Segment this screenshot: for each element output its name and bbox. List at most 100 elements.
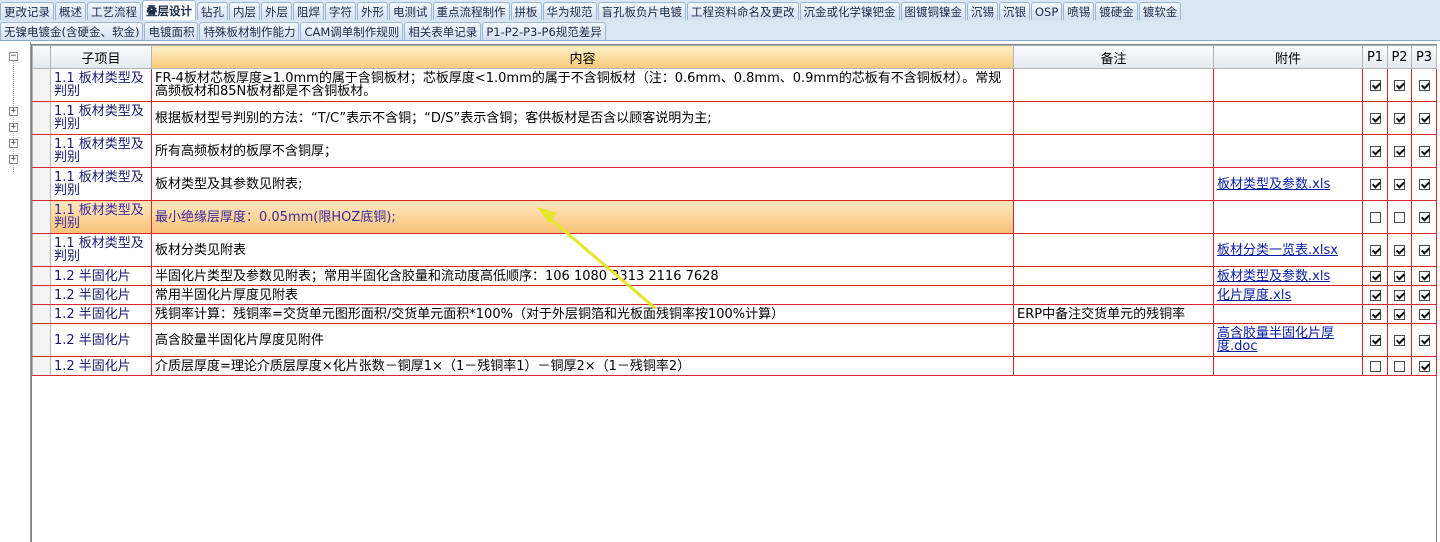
tab-a-22[interactable]: 镀硬金 [1095, 2, 1138, 20]
note-cell[interactable]: ERP中备注交货单元的残铜率 [1013, 304, 1214, 324]
col-header-p2[interactable]: P2 [1387, 45, 1412, 69]
table-row[interactable]: 1.1 板材类型及判别 所有高频板材的板厚不含铜厚； [32, 134, 1437, 168]
col-header-attachment[interactable]: 附件 [1213, 45, 1363, 69]
tab-a-9[interactable]: 外形 [357, 2, 388, 20]
p1-checkbox[interactable] [1369, 178, 1381, 190]
tab-a-17[interactable]: 图镀铜镍金 [900, 2, 966, 20]
sub-item-cell[interactable]: 1.1 板材类型及判别 [50, 200, 152, 234]
sub-item-cell[interactable]: 1.1 板材类型及判别 [50, 233, 152, 267]
note-cell[interactable] [1013, 233, 1214, 267]
row-selector[interactable] [32, 68, 51, 102]
table-row[interactable]: 1.1 板材类型及判别 FR-4板材芯板厚度≥1.0mm的属于含铜板材；芯板厚度<… [32, 68, 1437, 102]
p1-checkbox[interactable] [1369, 244, 1381, 256]
content-cell[interactable]: 板材类型及其参数见附表; [151, 167, 1014, 201]
attachment-link[interactable]: 板材类型及参数.xls [1217, 269, 1330, 284]
note-cell[interactable] [1013, 134, 1214, 168]
p1-checkbox[interactable] [1369, 112, 1381, 124]
p3-checkbox[interactable] [1418, 334, 1430, 346]
note-cell[interactable] [1013, 285, 1214, 305]
sub-item-cell[interactable]: 1.2 半固化片 [50, 285, 152, 305]
p2-checkbox[interactable] [1394, 79, 1405, 91]
note-cell[interactable] [1013, 356, 1214, 376]
tab-a-16[interactable]: 沉金或化学镍钯金 [799, 2, 900, 20]
p1-checkbox[interactable] [1369, 79, 1381, 91]
note-cell[interactable] [1013, 266, 1214, 286]
p2-checkbox[interactable] [1394, 360, 1405, 372]
sub-item-cell[interactable]: 1.1 板材类型及判别 [50, 167, 152, 201]
tab-b-0[interactable]: 无镍电镀金(含硬金、软金) [0, 22, 144, 40]
content-cell[interactable]: 根据板材型号判别的方法：“T/C”表示不含铜；“D/S”表示含铜；客供板材是否含… [151, 101, 1014, 135]
table-row[interactable]: 1.1 板材类型及判别 最小绝缘层厚度：0.05mm(限HOZ底铜); [32, 200, 1437, 234]
p3-checkbox[interactable] [1418, 360, 1430, 372]
col-header-sub-item[interactable]: 子项目 [50, 45, 152, 69]
col-header-p3[interactable]: P3 [1411, 45, 1437, 69]
p3-checkbox[interactable] [1418, 270, 1430, 282]
row-selector[interactable] [32, 285, 51, 305]
content-cell[interactable]: 板材分类见附表 [151, 233, 1014, 267]
row-selector[interactable] [32, 266, 51, 286]
tab-a-4[interactable]: 钻孔 [197, 2, 228, 20]
row-selector[interactable] [32, 134, 51, 168]
tab-b-4[interactable]: 相关表单记录 [404, 22, 482, 40]
note-cell[interactable] [1013, 68, 1214, 102]
attachment-link[interactable]: 化片厚度.xls [1217, 288, 1291, 303]
content-cell[interactable]: 最小绝缘层厚度：0.05mm(限HOZ底铜); [151, 200, 1014, 234]
expand-icon[interactable]: + [9, 107, 18, 116]
tab-a-13[interactable]: 华为规范 [542, 2, 597, 20]
sub-item-cell[interactable]: 1.2 半固化片 [50, 304, 152, 324]
p2-checkbox[interactable] [1394, 178, 1405, 190]
table-row[interactable]: 1.2 半固化片 高含胶量半固化片厚度见附件 高含胶量半固化片厚度.doc [32, 323, 1437, 357]
table-row[interactable]: 1.2 半固化片 残铜率计算：残铜率=交货单元图形面积/交货单元面积*100%（对… [32, 304, 1437, 324]
p2-checkbox[interactable] [1394, 334, 1405, 346]
attachment-link[interactable]: 板材类型及参数.xls [1217, 177, 1330, 192]
p3-checkbox[interactable] [1418, 112, 1430, 124]
p2-checkbox[interactable] [1394, 145, 1405, 157]
tab-b-2[interactable]: 特殊板材制作能力 [199, 22, 300, 40]
sub-item-cell[interactable]: 1.2 半固化片 [50, 356, 152, 376]
tab-a-23[interactable]: 镀软金 [1138, 2, 1182, 20]
sub-item-cell[interactable]: 1.2 半固化片 [50, 266, 152, 286]
attachment-link[interactable]: 高含胶量半固化片厚度.doc [1217, 326, 1334, 354]
p3-checkbox[interactable] [1418, 178, 1430, 190]
expand-icon[interactable]: + [9, 123, 18, 132]
expand-icon[interactable]: + [9, 155, 18, 164]
p2-checkbox[interactable] [1394, 112, 1405, 124]
row-selector[interactable] [32, 167, 51, 201]
row-selector[interactable] [32, 200, 51, 234]
tab-a-5[interactable]: 内层 [229, 2, 260, 20]
tab-b-3[interactable]: CAM调单制作规则 [300, 22, 404, 40]
p1-checkbox[interactable] [1369, 211, 1381, 223]
tab-a-18[interactable]: 沉锡 [967, 2, 998, 20]
table-row[interactable]: 1.2 半固化片 半固化片类型及参数见附表；常用半固化含胶量和流动度高低顺序：10… [32, 266, 1437, 286]
tab-a-10[interactable]: 电测试 [389, 2, 432, 20]
p2-checkbox[interactable] [1394, 270, 1405, 282]
content-cell[interactable]: 介质层厚度=理论介质层厚度×化片张数－铜厚1×（1－残铜率1）－铜厚2×（1－残… [151, 356, 1014, 376]
p3-checkbox[interactable] [1418, 145, 1430, 157]
tab-a-6[interactable]: 外层 [261, 2, 292, 20]
table-row[interactable]: 1.1 板材类型及判别 根据板材型号判别的方法：“T/C”表示不含铜；“D/S”表… [32, 101, 1437, 135]
content-cell[interactable]: FR-4板材芯板厚度≥1.0mm的属于含铜板材；芯板厚度<1.0mm的属于不含铜… [151, 68, 1014, 102]
tab-a-19[interactable]: 沉银 [999, 2, 1030, 20]
select-all-corner[interactable] [32, 45, 51, 69]
p1-checkbox[interactable] [1369, 308, 1381, 320]
tab-a-8[interactable]: 字符 [325, 2, 356, 20]
p3-checkbox[interactable] [1418, 79, 1430, 91]
p1-checkbox[interactable] [1369, 360, 1381, 372]
tab-a-11[interactable]: 重点流程制作 [432, 2, 510, 20]
sub-item-cell[interactable]: 1.1 板材类型及判别 [50, 101, 152, 135]
p1-checkbox[interactable] [1369, 334, 1381, 346]
content-cell[interactable]: 常用半固化片厚度见附表 [151, 285, 1014, 305]
expand-icon[interactable]: + [9, 139, 18, 148]
tab-a-1[interactable]: 概述 [55, 2, 86, 20]
content-cell[interactable]: 半固化片类型及参数见附表；常用半固化含胶量和流动度高低顺序：106 1080 3… [151, 266, 1014, 286]
table-row[interactable]: 1.2 半固化片 常用半固化片厚度见附表 化片厚度.xls [32, 285, 1437, 305]
row-selector[interactable] [32, 356, 51, 376]
p3-checkbox[interactable] [1418, 211, 1430, 223]
p1-checkbox[interactable] [1369, 145, 1381, 157]
tab-a-12[interactable]: 拼板 [510, 2, 542, 20]
tab-a-20[interactable]: OSP [1031, 2, 1063, 20]
row-selector[interactable] [32, 101, 51, 135]
tab-a-3[interactable]: 叠层设计 [142, 0, 196, 20]
p2-checkbox[interactable] [1394, 244, 1405, 256]
p3-checkbox[interactable] [1418, 308, 1430, 320]
